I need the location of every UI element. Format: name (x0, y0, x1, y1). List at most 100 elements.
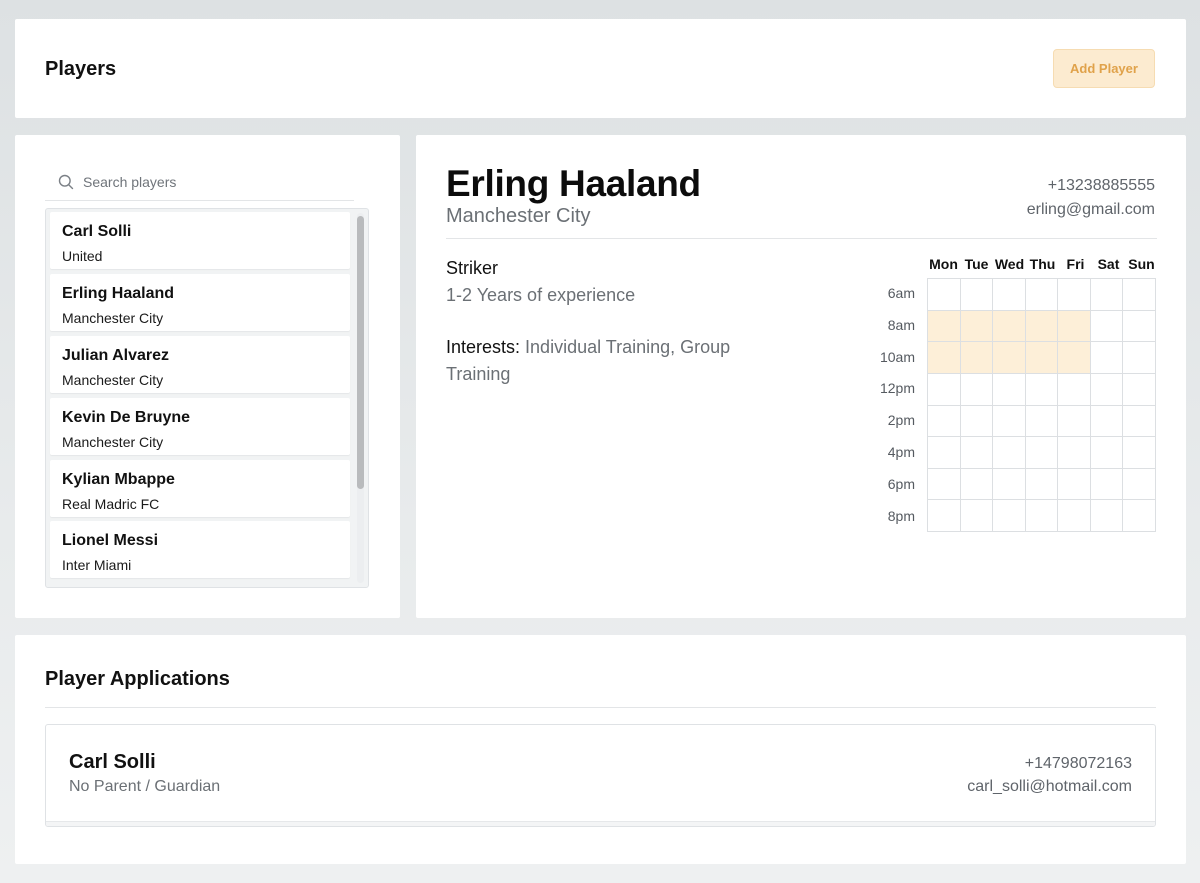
player-name: Lionel Messi (62, 532, 159, 549)
schedule-time-12pm: 12pm (879, 380, 915, 397)
player-list-item[interactable]: Carl Solli United (50, 212, 350, 269)
availability-cell-fri-8pm[interactable] (1058, 500, 1091, 532)
availability-cell-fri-8am[interactable] (1058, 310, 1091, 343)
availability-cell-thu-8pm[interactable] (1025, 500, 1059, 532)
player-name: Carl Solli (62, 223, 132, 240)
availability-cell-wed-2pm[interactable] (993, 405, 1026, 438)
availability-cell-mon-8pm[interactable] (928, 500, 961, 532)
availability-cell-sat-4pm[interactable] (1090, 437, 1124, 469)
availability-cell-thu-12pm[interactable] (1025, 373, 1059, 406)
player-list-item[interactable]: Erling Haaland Manchester City (50, 274, 350, 331)
availability-cell-tue-8pm[interactable] (960, 500, 994, 532)
availability-cell-sat-12pm[interactable] (1090, 373, 1124, 406)
schedule-day-sat: Sat (1097, 256, 1120, 272)
availability-cell-sun-12pm[interactable] (1123, 373, 1156, 406)
schedule-time-6pm: 6pm (887, 475, 915, 492)
player-name: Julian Alvarez (62, 347, 170, 364)
availability-cell-fri-4pm[interactable] (1058, 437, 1091, 469)
availability-cell-mon-10am[interactable] (928, 342, 961, 374)
availability-cell-wed-8pm[interactable] (993, 500, 1026, 532)
availability-cell-fri-2pm[interactable] (1058, 405, 1091, 438)
divider (446, 238, 1157, 239)
scrollbar-thumb[interactable] (357, 216, 364, 489)
availability-cell-thu-4pm[interactable] (1025, 437, 1059, 469)
player-list-item[interactable]: Kevin De Bruyne Manchester City (50, 398, 350, 455)
player-list-item[interactable]: Lionel Messi Inter Miami (50, 521, 350, 578)
applicant-guardian: No Parent / Guardian (69, 778, 221, 795)
schedule-time-10am: 10am (879, 348, 915, 365)
availability-cell-sun-2pm[interactable] (1123, 405, 1156, 438)
applicant-email: carl_solli@hotmail.com (967, 778, 1132, 795)
availability-cell-fri-6pm[interactable] (1058, 468, 1091, 501)
availability-cell-sat-10am[interactable] (1090, 342, 1124, 374)
interests-label: Interests: (446, 337, 521, 357)
availability-cell-thu-6pm[interactable] (1025, 468, 1059, 501)
schedule-time-8pm: 8pm (887, 507, 915, 524)
availability-cell-sun-10am[interactable] (1123, 342, 1156, 374)
availability-cell-tue-4pm[interactable] (960, 437, 994, 469)
availability-cell-fri-6am[interactable] (1058, 279, 1091, 311)
availability-cell-wed-4pm[interactable] (993, 437, 1026, 469)
availability-cell-sun-8pm[interactable] (1123, 500, 1156, 532)
availability-cell-wed-6am[interactable] (993, 279, 1026, 311)
player-list-item[interactable]: Julian Alvarez Manchester City (50, 336, 350, 393)
availability-cell-tue-10am[interactable] (960, 342, 994, 374)
availability-cell-sat-8am[interactable] (1090, 310, 1124, 343)
availability-cell-mon-2pm[interactable] (928, 405, 961, 438)
availability-cell-sun-6am[interactable] (1123, 279, 1156, 311)
availability-cell-tue-6am[interactable] (960, 279, 994, 311)
availability-cell-sat-6pm[interactable] (1090, 468, 1124, 501)
schedule-time-6am: 6am (887, 285, 915, 301)
availability-cell-wed-12pm[interactable] (993, 373, 1026, 406)
availability-cell-sun-6pm[interactable] (1123, 468, 1156, 501)
availability-cell-tue-6pm[interactable] (960, 468, 994, 501)
applications-title: Player Applications (45, 668, 230, 690)
player-interests: Interests: Individual Training, Group Tr… (446, 334, 766, 388)
application-item-footer (46, 821, 1155, 826)
player-list[interactable]: Carl Solli United Erling Haaland Manches… (45, 208, 369, 588)
schedule-day-thu: Thu (1029, 256, 1056, 272)
availability-cell-mon-6am[interactable] (928, 279, 961, 311)
player-detail-email: erling@gmail.com (1026, 201, 1155, 218)
availability-cell-mon-8am[interactable] (928, 310, 961, 343)
availability-cell-wed-8am[interactable] (993, 310, 1026, 343)
player-experience: 1-2 Years of experience (446, 285, 636, 305)
availability-cell-tue-2pm[interactable] (960, 405, 994, 438)
scrollbar-track[interactable] (357, 213, 364, 583)
availability-cell-tue-12pm[interactable] (960, 373, 994, 406)
application-item[interactable]: Carl Solli No Parent / Guardian +1479807… (45, 724, 1156, 827)
availability-cell-mon-6pm[interactable] (928, 468, 961, 501)
availability-cell-wed-6pm[interactable] (993, 468, 1026, 501)
availability-cell-mon-12pm[interactable] (928, 373, 961, 406)
schedule-day-header: Mon Tue Wed Thu Fri Sat Sun (927, 256, 1157, 272)
applicant-name: Carl Solli (69, 751, 156, 773)
availability-cell-sun-8am[interactable] (1123, 310, 1156, 343)
availability-cell-wed-10am[interactable] (993, 342, 1026, 374)
schedule-day-wed: Wed (994, 256, 1025, 272)
availability-cell-thu-8am[interactable] (1025, 310, 1059, 343)
applicant-phone: +14798072163 (1024, 755, 1132, 772)
availability-cell-fri-10am[interactable] (1058, 342, 1091, 374)
schedule-time-2pm: 2pm (887, 412, 915, 429)
availability-cell-sun-4pm[interactable] (1123, 437, 1156, 469)
search-icon (58, 174, 74, 190)
schedule-time-4pm: 4pm (887, 444, 915, 460)
availability-cell-thu-6am[interactable] (1025, 279, 1059, 311)
player-list-item[interactable]: Kylian Mbappe Real Madric FC (50, 460, 350, 517)
availability-cell-thu-10am[interactable] (1025, 342, 1059, 374)
divider (45, 707, 1156, 708)
schedule-day-tue: Tue (964, 256, 989, 272)
player-team: Real Madric FC (62, 496, 160, 512)
player-detail-phone: +13238885555 (1047, 177, 1155, 194)
availability-cell-mon-4pm[interactable] (928, 437, 961, 469)
search-input[interactable] (83, 165, 348, 199)
add-player-button[interactable]: Add Player (1053, 49, 1155, 88)
availability-cell-fri-12pm[interactable] (1058, 373, 1091, 406)
availability-cell-tue-8am[interactable] (960, 310, 994, 343)
availability-cell-sat-8pm[interactable] (1090, 500, 1124, 532)
availability-cell-sat-2pm[interactable] (1090, 405, 1124, 438)
availability-cell-thu-2pm[interactable] (1025, 405, 1059, 438)
schedule-day-mon: Mon (929, 256, 958, 272)
player-position: Striker (446, 258, 499, 278)
availability-cell-sat-6am[interactable] (1090, 279, 1124, 311)
